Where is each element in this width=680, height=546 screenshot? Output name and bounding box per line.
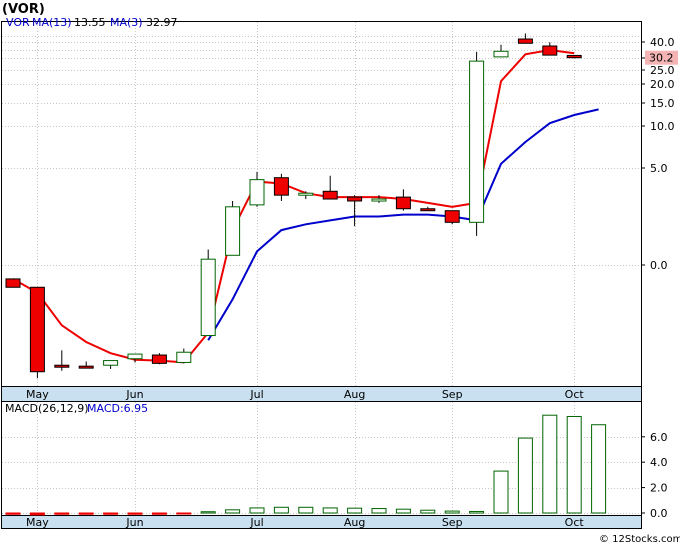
candle-body: [200, 258, 216, 337]
macd-legend-label: MACD(26,12,9): [5, 402, 89, 415]
macd-bar: [347, 507, 363, 514]
candle-body: [444, 210, 460, 223]
macd-bar: [200, 511, 216, 514]
macd-y-tick-label: 2.0: [650, 482, 668, 495]
price-x-tick-label: Jun: [125, 388, 143, 401]
macd-y-tick-label: 0.0: [650, 507, 668, 520]
macd-x-tick-label: Jun: [125, 516, 143, 529]
candle-body: [420, 208, 436, 212]
macd-bar: [298, 506, 314, 514]
candle-body: [298, 192, 314, 196]
candle-body: [517, 38, 533, 44]
price-x-tick-label: Jul: [249, 388, 263, 401]
macd-bar: [29, 512, 45, 516]
macd-bar: [78, 512, 94, 515]
macd-bar: [54, 512, 70, 515]
candle-body: [395, 196, 411, 210]
price-y-tick-label: 10.0: [650, 120, 675, 133]
legend-ma13-value: 13.55: [74, 16, 106, 29]
macd-bar: [273, 506, 289, 514]
candle-body: [566, 54, 582, 59]
macd-bar: [176, 512, 192, 515]
macd-bar: [517, 437, 533, 514]
macd-bar: [395, 508, 411, 514]
macd-x-tick-label: Oct: [565, 516, 585, 529]
candle-body: [493, 50, 509, 58]
candle-body: [347, 196, 363, 202]
legend-symbol: VOR: [6, 16, 30, 29]
macd-bar: [542, 414, 558, 514]
macd-bar: [322, 507, 338, 514]
candle: [225, 200, 241, 256]
price-x-tick-label: Sep: [442, 388, 463, 401]
candle-body: [469, 60, 485, 223]
candle-body: [542, 45, 558, 56]
candle-body: [78, 365, 94, 369]
price-y-tick-label: 20.0: [650, 78, 675, 91]
price-axis-strip: [1, 386, 642, 402]
candle-body: [176, 351, 192, 363]
macd-bar: [591, 424, 607, 514]
candle: [469, 51, 485, 236]
candle-body: [5, 278, 21, 288]
macd-bar: [225, 509, 241, 514]
macd-bar: [444, 510, 460, 514]
macd-bar: [420, 509, 436, 514]
candle: [566, 54, 582, 59]
candle-body: [273, 177, 289, 196]
price-x-tick-label: Oct: [565, 388, 585, 401]
price-y-tick-label: 40.0: [650, 36, 675, 49]
candle: [444, 210, 460, 225]
price-y-tick-label: 0.0: [650, 259, 668, 272]
legend-ma3-label: MA(3): [110, 16, 143, 29]
macd-x-tick-label: Aug: [344, 516, 365, 529]
macd-x-tick-label: Sep: [442, 516, 463, 529]
candle-body: [54, 364, 70, 368]
price-y-tick-label: 25.0: [650, 64, 675, 77]
candle: [29, 286, 45, 379]
candle: [151, 353, 167, 365]
candle-body: [225, 206, 241, 256]
candle: [200, 249, 216, 337]
macd-legend-value: MACD:6.95: [87, 402, 148, 415]
macd-x-tick-label: Jul: [249, 516, 263, 529]
candle-body: [103, 360, 119, 366]
last-price-label: 30.2: [649, 52, 674, 65]
macd-bar: [566, 415, 582, 514]
price-y-tick-label: 5.0: [650, 162, 668, 175]
macd-bar: [151, 512, 167, 515]
price-x-tick-label: May: [26, 388, 49, 401]
candle-body: [151, 354, 167, 364]
candle-body: [249, 179, 265, 206]
macd-bar: [493, 470, 509, 514]
macd-y-tick-label: 6.0: [650, 431, 668, 444]
candle: [5, 278, 21, 288]
macd-bar: [249, 507, 265, 514]
chart-title: (VOR): [2, 2, 45, 17]
candle-body: [29, 286, 45, 373]
chart-canvas: 40.030.025.020.015.010.05.00.0 MayJunJul…: [0, 0, 680, 546]
macd-x-tick-label: May: [26, 516, 49, 529]
credit-text: © 12Stocks.com: [599, 534, 680, 545]
legend-ma3-value: 32.97: [146, 16, 178, 29]
macd-y-tick-label: 4.0: [650, 456, 668, 469]
candle-body: [322, 190, 338, 200]
price-x-tick-label: Aug: [344, 388, 365, 401]
macd-bar: [127, 512, 143, 515]
macd-axis-strip: [1, 515, 642, 529]
legend-ma13-label: MA(13): [32, 16, 72, 29]
macd-bar: [5, 512, 21, 515]
macd-bar: [371, 508, 387, 514]
candle-body: [127, 353, 143, 360]
price-y-tick-label: 15.0: [650, 97, 675, 110]
macd-bar: [103, 512, 119, 515]
macd-bar: [469, 510, 485, 514]
candle-body: [371, 198, 387, 202]
